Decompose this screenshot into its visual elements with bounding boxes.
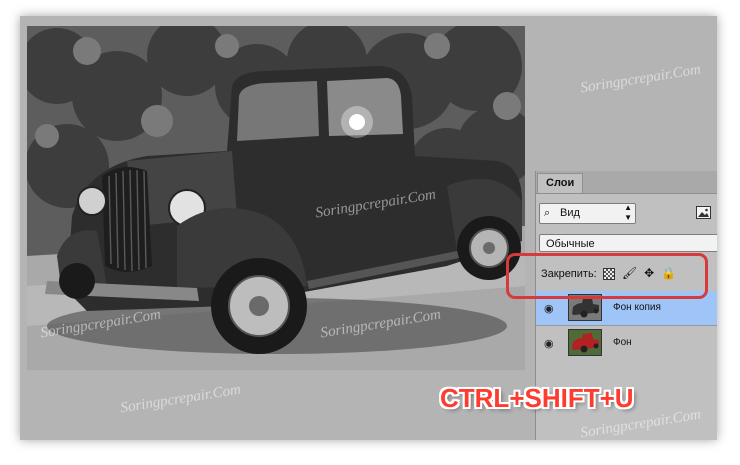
shortcut-annotation: CTRL+SHIFT+U bbox=[440, 383, 634, 413]
lock-row: Закрепить: 🖌 ✥ 🔒 bbox=[541, 266, 680, 282]
visibility-eye-icon[interactable]: ◉ bbox=[544, 302, 554, 315]
watermark-text: Soringpcrepair.Com bbox=[579, 61, 702, 97]
blend-mode-select[interactable]: Обычные bbox=[539, 234, 717, 252]
lock-label: Закрепить: bbox=[541, 268, 597, 281]
tab-layers[interactable]: Слои bbox=[537, 173, 584, 193]
photoshop-workspace: Слои ⌕ Вид ▲ ▼ Обычные Закрепить: 🖌 ✥ 🔒 … bbox=[20, 16, 717, 440]
layer-row-background[interactable]: ◉ Фон bbox=[536, 326, 717, 360]
magnifier-icon: ⌕ bbox=[544, 207, 551, 219]
layers-panel-tabbar: Слои bbox=[536, 171, 717, 194]
layer-filter-value: Вид bbox=[560, 207, 580, 219]
watermark-text: Soringpcrepair.Com bbox=[119, 381, 242, 417]
document-canvas-grayscale-truck[interactable] bbox=[27, 26, 525, 370]
lock-image-pixels-icon[interactable]: 🖌 bbox=[622, 266, 637, 280]
truck-photo bbox=[27, 26, 525, 370]
layer-filter-row: ⌕ Вид ▲ ▼ bbox=[536, 203, 717, 225]
layer-thumbnail-grayscale bbox=[568, 294, 602, 321]
lock-position-icon[interactable]: ✥ bbox=[644, 266, 654, 280]
image-filter-icon[interactable] bbox=[696, 206, 711, 219]
layer-filter-select[interactable]: ⌕ Вид ▲ ▼ bbox=[539, 203, 636, 224]
lock-icons: 🖌 ✥ 🔒 bbox=[602, 266, 680, 282]
lock-all-icon[interactable]: 🔒 bbox=[661, 266, 676, 280]
layer-name: Фон bbox=[613, 337, 632, 348]
visibility-eye-icon[interactable]: ◉ bbox=[544, 337, 554, 350]
layer-row-background-copy[interactable]: ◉ Фон копия bbox=[536, 291, 717, 326]
layer-thumbnail-color bbox=[568, 329, 602, 356]
layer-name: Фон копия bbox=[613, 302, 661, 313]
stepper-arrows-icon: ▲ ▼ bbox=[624, 203, 632, 222]
lock-transparent-pixels-icon[interactable] bbox=[602, 268, 615, 281]
